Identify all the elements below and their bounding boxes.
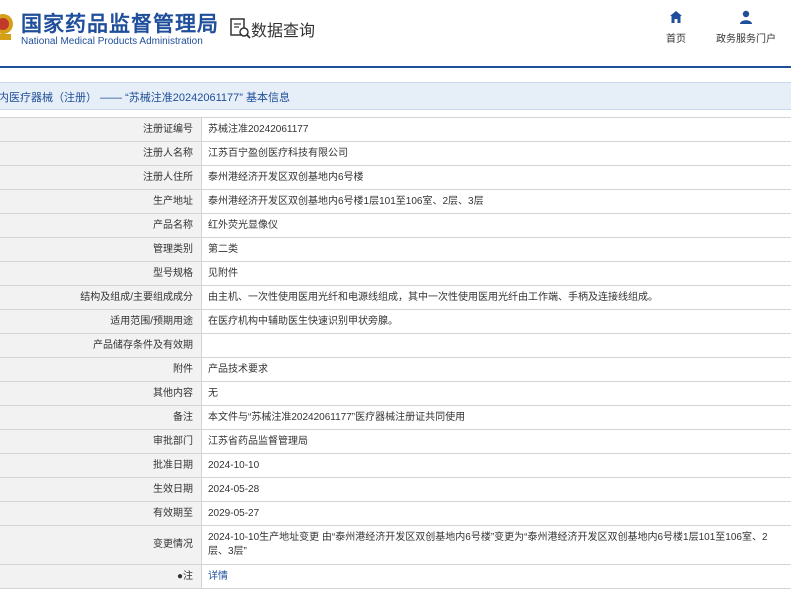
emblem-icon: [0, 14, 13, 40]
site-logo-subtitle: National Medical Products Administration: [21, 36, 203, 47]
header-divider: [0, 66, 791, 68]
table-row: 产品储存条件及有效期: [0, 333, 791, 358]
field-value: 红外荧光显像仪: [201, 213, 791, 238]
table-row: 生产地址 泰州港经济开发区双创基地内6号楼1层101至106室、2层、3层: [0, 189, 791, 214]
table-row: 附件 产品技术要求: [0, 357, 791, 382]
detail-title: 内医疗器械（注册） —— “苏械注准20242061177” 基本信息: [0, 92, 290, 104]
table-row: 其他内容 无: [0, 381, 791, 406]
field-value: 见附件: [201, 261, 791, 286]
field-label: 注册人名称: [0, 141, 202, 166]
field-value: 本文件与“苏械注准20242061177”医疗器械注册证共同使用: [201, 405, 791, 430]
field-label: 备注: [0, 405, 202, 430]
details-link[interactable]: 详情: [208, 571, 228, 582]
registration-detail-table: 注册证编号 苏械注准20242061177 注册人名称 江苏百宁盈创医疗科技有限…: [0, 117, 791, 589]
field-value: 苏械注准20242061177: [201, 117, 791, 142]
site-header: 国家药品监督管理局 National Medical Products Admi…: [0, 0, 791, 66]
nav-home[interactable]: 首页: [656, 10, 696, 45]
table-row: 批准日期 2024-10-10: [0, 453, 791, 478]
home-icon: [670, 11, 682, 23]
table-row: 有效期至 2029-05-27: [0, 501, 791, 526]
field-label: 结构及组成/主要组成成分: [0, 285, 202, 310]
table-row: 变更情况 2024-10-10生产地址变更 由“泰州港经济开发区双创基地内6号楼…: [0, 525, 791, 565]
field-label: 适用范围/预期用途: [0, 309, 202, 334]
field-label: 生效日期: [0, 477, 202, 502]
field-value: 由主机、一次性使用医用光纤和电源线组成，其中一次性使用医用光纤由工作端、手柄及连…: [201, 285, 791, 310]
field-label: 其他内容: [0, 381, 202, 406]
field-value: 在医疗机构中辅助医生快速识别甲状旁腺。: [201, 309, 791, 334]
field-value: 第二类: [201, 237, 791, 262]
nav-gov-portal-label: 政务服务门户: [716, 34, 776, 45]
user-icon: [740, 10, 752, 24]
field-label: 附件: [0, 357, 202, 382]
table-row: 型号规格 见附件: [0, 261, 791, 286]
table-row: 产品名称 红外荧光显像仪: [0, 213, 791, 238]
field-label: 产品储存条件及有效期: [0, 333, 202, 358]
table-row: 审批部门 江苏省药品监督管理局: [0, 429, 791, 454]
field-value: 产品技术要求: [201, 357, 791, 382]
field-value: [201, 333, 791, 358]
field-label: 生产地址: [0, 189, 202, 214]
field-label: 注册证编号: [0, 117, 202, 142]
document-search-icon: [230, 18, 251, 39]
table-row: 备注 本文件与“苏械注准20242061177”医疗器械注册证共同使用: [0, 405, 791, 430]
field-label: 有效期至: [0, 501, 202, 526]
table-row: 管理类别 第二类: [0, 237, 791, 262]
nav-gov-portal[interactable]: 政务服务门户: [710, 10, 782, 45]
table-row: 适用范围/预期用途 在医疗机构中辅助医生快速识别甲状旁腺。: [0, 309, 791, 334]
field-label: 产品名称: [0, 213, 202, 238]
field-label: 审批部门: [0, 429, 202, 454]
detail-title-bar: 内医疗器械（注册） —— “苏械注准20242061177” 基本信息: [0, 82, 791, 110]
nav-home-label: 首页: [666, 34, 686, 45]
field-value: 江苏省药品监督管理局: [201, 429, 791, 454]
field-label: 变更情况: [0, 525, 202, 565]
field-value: 2024-10-10生产地址变更 由“泰州港经济开发区双创基地内6号楼”变更为“…: [201, 525, 791, 565]
table-row: ●注 详情: [0, 564, 791, 589]
table-row: 注册人名称 江苏百宁盈创医疗科技有限公司: [0, 141, 791, 166]
field-value: 无: [201, 381, 791, 406]
field-label: 注册人住所: [0, 165, 202, 190]
field-label: 批准日期: [0, 453, 202, 478]
field-value: 2024-10-10: [201, 453, 791, 478]
table-row: 结构及组成/主要组成成分 由主机、一次性使用医用光纤和电源线组成，其中一次性使用…: [0, 285, 791, 310]
table-row: 注册人住所 泰州港经济开发区双创基地内6号楼: [0, 165, 791, 190]
site-logo-title[interactable]: 国家药品监督管理局: [21, 8, 219, 38]
field-value: 泰州港经济开发区双创基地内6号楼: [201, 165, 791, 190]
field-label: 管理类别: [0, 237, 202, 262]
field-value: 2029-05-27: [201, 501, 791, 526]
table-row: 生效日期 2024-05-28: [0, 477, 791, 502]
table-row: 注册证编号 苏械注准20242061177: [0, 117, 791, 142]
field-value: 泰州港经济开发区双创基地内6号楼1层101至106室、2层、3层: [201, 189, 791, 214]
field-value: 江苏百宁盈创医疗科技有限公司: [201, 141, 791, 166]
field-value: 2024-05-28: [201, 477, 791, 502]
field-label: ●注: [0, 564, 202, 589]
field-label: 型号规格: [0, 261, 202, 286]
data-query-title: 数据查询: [251, 23, 316, 40]
